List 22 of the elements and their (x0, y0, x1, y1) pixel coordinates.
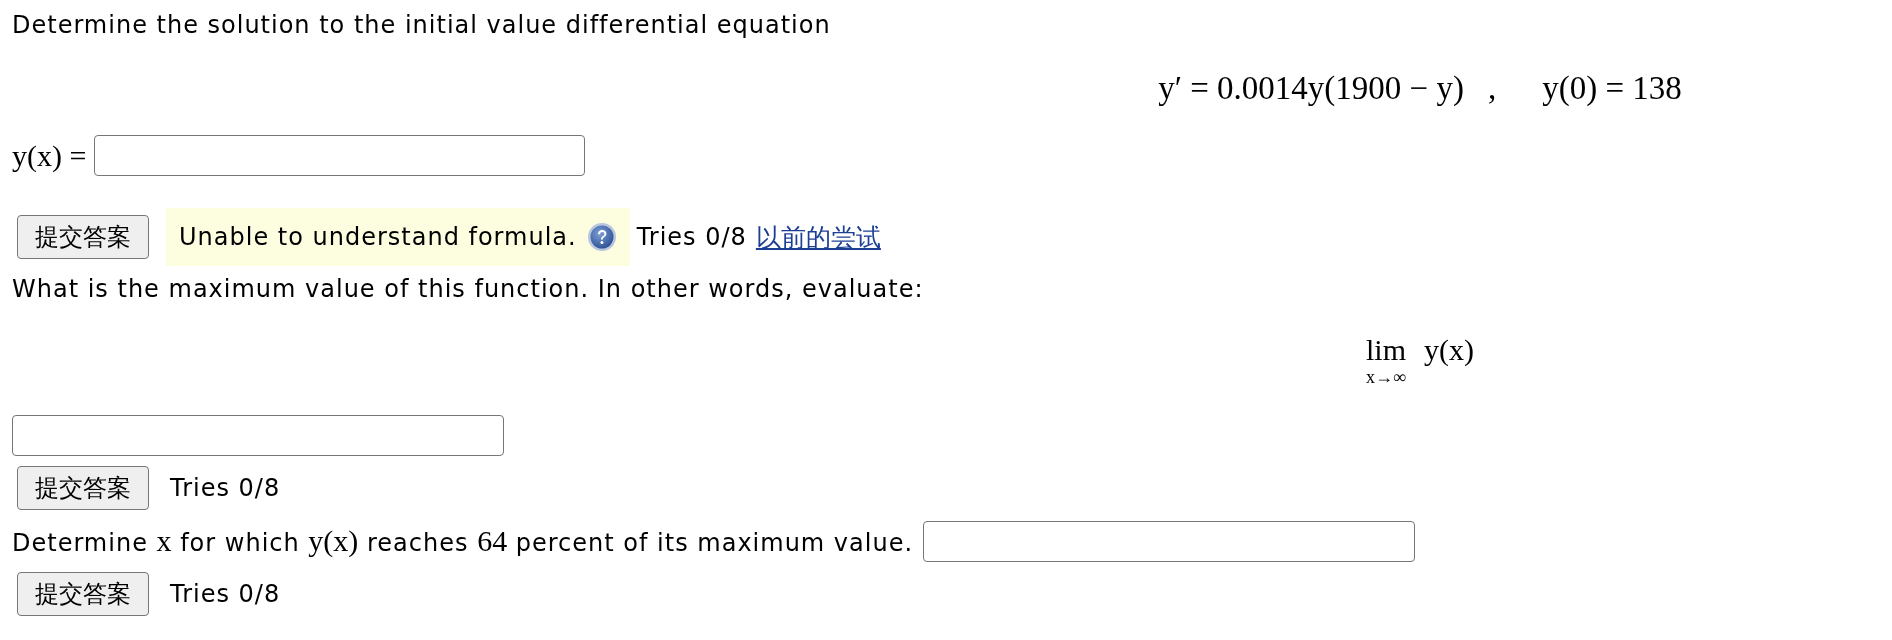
previous-attempts-link[interactable]: 以前的尝试 (755, 220, 881, 254)
submit-button[interactable]: 提交答案 (17, 572, 149, 616)
limit-subscript: x→∞ (1366, 367, 1406, 387)
submit-button[interactable]: 提交答案 (17, 466, 149, 510)
answer-field[interactable] (94, 135, 586, 176)
tries-counter: Tries 0/8 (636, 222, 747, 252)
question-text: Determine x for which y(x) reaches 64 percent of its maximum value. (12, 525, 914, 558)
answer-label: y(x) = (12, 137, 87, 174)
tries-counter: Tries 0/8 (170, 473, 281, 503)
feedback-text: Unable to understand formula. (179, 222, 577, 252)
comma-separator: , (1487, 69, 1497, 108)
answer-field[interactable] (12, 415, 504, 456)
help-icon[interactable] (586, 222, 617, 252)
submit-button[interactable]: 提交答案 (17, 215, 149, 259)
question-text: What is the maximum value of this function. In other words, evaluate: (12, 274, 925, 304)
equation-text: y′ = 0.0014y(1900 − y) (1158, 69, 1464, 108)
limit-expression: y(x) (1424, 333, 1474, 367)
limit-operator: lim (1366, 333, 1406, 367)
initial-condition-text: y(0) = 138 (1542, 69, 1682, 108)
question-text: Determine the solution to the initial value differential equation (12, 10, 832, 40)
tries-counter: Tries 0/8 (170, 579, 281, 609)
answer-field[interactable] (923, 521, 1416, 562)
